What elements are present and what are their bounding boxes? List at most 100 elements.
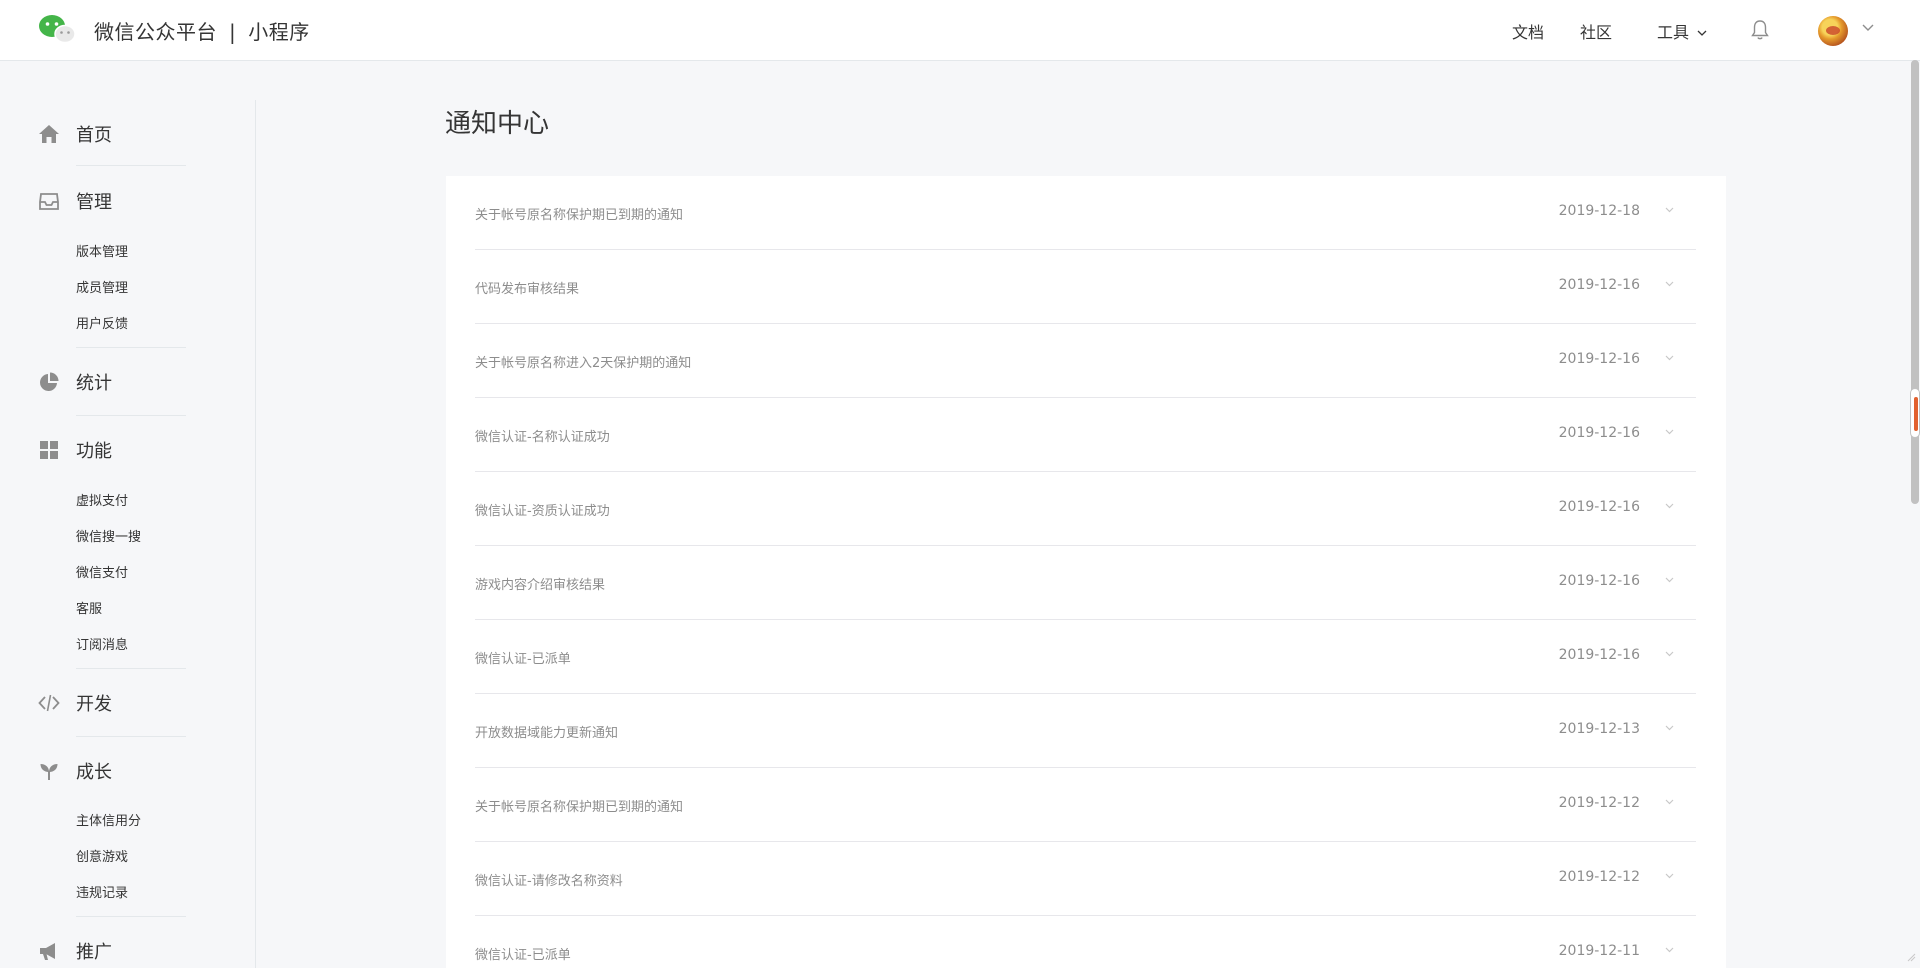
notice-title[interactable]: 微信认证-已派单 xyxy=(475,944,571,963)
chevron-down-icon[interactable] xyxy=(1665,651,1674,657)
notice-row[interactable]: 关于帐号原名称保护期已到期的通知 2019-12-12 xyxy=(475,768,1696,842)
bell-icon[interactable] xyxy=(1750,19,1770,41)
nav-community-link[interactable]: 社区 xyxy=(1580,19,1612,43)
notice-row[interactable]: 开放数据域能力更新通知 2019-12-13 xyxy=(475,694,1696,768)
nav-docs-link[interactable]: 文档 xyxy=(1512,19,1544,43)
sidebar-item-label: 管理 xyxy=(76,192,112,213)
sidebar-subitem-creative-games[interactable]: 创意游戏 xyxy=(76,846,128,865)
notice-title[interactable]: 微信认证-名称认证成功 xyxy=(475,426,610,445)
sidebar-subitem-customer-service[interactable]: 客服 xyxy=(76,598,102,617)
sidebar-item-develop[interactable]: 开发 xyxy=(38,691,112,715)
sidebar-subitem-wechat-pay[interactable]: 微信支付 xyxy=(76,562,128,581)
chevron-down-icon[interactable] xyxy=(1665,873,1674,879)
notice-date: 2019-12-16 xyxy=(1558,277,1640,293)
notice-row[interactable]: 微信认证-已派单 2019-12-16 xyxy=(475,620,1696,694)
wechat-logo-icon[interactable] xyxy=(38,14,76,44)
sidebar-divider xyxy=(76,347,186,348)
notice-title[interactable]: 关于帐号原名称保护期已到期的通知 xyxy=(475,204,683,223)
sidebar-item-manage[interactable]: 管理 xyxy=(38,189,112,213)
notice-date: 2019-12-13 xyxy=(1558,721,1640,737)
page-title: 通知中心 xyxy=(445,109,550,139)
code-icon xyxy=(38,694,60,712)
sidebar-divider xyxy=(76,165,186,166)
chevron-down-icon[interactable] xyxy=(1665,577,1674,583)
sidebar-item-home[interactable]: 首页 xyxy=(38,122,112,146)
notice-row[interactable]: 微信认证-资质认证成功 2019-12-16 xyxy=(475,472,1696,546)
nav-tools-dropdown[interactable]: 工具 xyxy=(1657,19,1707,43)
notice-title[interactable]: 微信认证-请修改名称资料 xyxy=(475,870,623,889)
brand-separator: | xyxy=(229,20,237,44)
notice-row[interactable]: 关于帐号原名称保护期已到期的通知 2019-12-18 xyxy=(475,176,1696,250)
top-bar: 微信公众平台 | 小程序 文档 社区 工具 xyxy=(0,0,1920,61)
grid-icon xyxy=(40,441,58,459)
pie-chart-icon xyxy=(40,372,59,391)
brand-name: 微信公众平台 xyxy=(94,20,217,44)
sidebar-subitem-member-manage[interactable]: 成员管理 xyxy=(76,277,128,296)
sidebar-item-label: 成长 xyxy=(76,762,112,783)
sidebar-item-label: 开发 xyxy=(76,694,112,715)
notice-date: 2019-12-18 xyxy=(1558,203,1640,219)
notice-date: 2019-12-16 xyxy=(1558,425,1640,441)
inbox-icon xyxy=(39,193,59,210)
notice-row[interactable]: 关于帐号原名称进入2天保护期的通知 2019-12-16 xyxy=(475,324,1696,398)
notice-date: 2019-12-11 xyxy=(1558,943,1640,959)
sidebar-item-label: 推广 xyxy=(76,942,112,963)
sidebar-item-features[interactable]: 功能 xyxy=(38,438,112,462)
notice-row[interactable]: 微信认证-名称认证成功 2019-12-16 xyxy=(475,398,1696,472)
home-icon xyxy=(39,125,59,143)
notice-date: 2019-12-12 xyxy=(1558,869,1640,885)
floating-feedback-handle[interactable] xyxy=(1910,388,1920,438)
sprout-icon xyxy=(40,764,58,780)
sidebar-nav: 首页 管理 版本管理 成员管理 用户反馈 统计 功能 虚拟支付 微信搜一搜 微信… xyxy=(0,100,256,968)
notice-title[interactable]: 代码发布审核结果 xyxy=(475,278,579,297)
notice-title[interactable]: 微信认证-资质认证成功 xyxy=(475,500,610,519)
sidebar-item-growth[interactable]: 成长 xyxy=(38,759,112,783)
sidebar-item-label: 首页 xyxy=(76,125,112,146)
sidebar-item-stats[interactable]: 统计 xyxy=(38,370,112,394)
notice-row[interactable]: 代码发布审核结果 2019-12-16 xyxy=(475,250,1696,324)
chevron-down-icon[interactable] xyxy=(1665,429,1674,435)
sidebar-subitem-credit-score[interactable]: 主体信用分 xyxy=(76,810,141,829)
sidebar-divider xyxy=(76,415,186,416)
notice-title[interactable]: 关于帐号原名称保护期已到期的通知 xyxy=(475,796,683,815)
sidebar-subitem-version-manage[interactable]: 版本管理 xyxy=(76,241,128,260)
notice-date: 2019-12-16 xyxy=(1558,647,1640,663)
chevron-down-icon[interactable] xyxy=(1862,24,1874,32)
brand-title[interactable]: 微信公众平台 | 小程序 xyxy=(94,16,310,45)
notice-title[interactable]: 游戏内容介绍审核结果 xyxy=(475,574,605,593)
sidebar-divider xyxy=(76,916,186,917)
sidebar-divider xyxy=(76,668,186,669)
notice-row[interactable]: 微信认证-已派单 2019-12-11 xyxy=(475,916,1696,968)
notice-title[interactable]: 关于帐号原名称进入2天保护期的通知 xyxy=(475,352,691,371)
chevron-down-icon[interactable] xyxy=(1665,503,1674,509)
notice-date: 2019-12-16 xyxy=(1558,573,1640,589)
notice-row[interactable]: 游戏内容介绍审核结果 2019-12-16 xyxy=(475,546,1696,620)
sidebar-item-label: 功能 xyxy=(76,441,112,462)
notice-list: 关于帐号原名称保护期已到期的通知 2019-12-18 代码发布审核结果 201… xyxy=(446,176,1726,968)
chevron-down-icon[interactable] xyxy=(1665,207,1674,213)
chevron-down-icon[interactable] xyxy=(1665,947,1674,953)
notice-date: 2019-12-12 xyxy=(1558,795,1640,811)
chevron-down-icon[interactable] xyxy=(1665,725,1674,731)
megaphone-icon xyxy=(40,943,55,960)
chevron-down-icon[interactable] xyxy=(1665,799,1674,805)
chevron-down-icon xyxy=(1697,30,1707,36)
nav-tools-label: 工具 xyxy=(1657,23,1690,42)
sidebar-divider xyxy=(76,736,186,737)
sidebar-subitem-user-feedback[interactable]: 用户反馈 xyxy=(76,313,128,332)
sidebar-subitem-violation-records[interactable]: 违规记录 xyxy=(76,882,128,901)
resize-corner-icon xyxy=(1907,953,1916,962)
chevron-down-icon[interactable] xyxy=(1665,355,1674,361)
notice-date: 2019-12-16 xyxy=(1558,499,1640,515)
chevron-down-icon[interactable] xyxy=(1665,281,1674,287)
notice-title[interactable]: 开放数据域能力更新通知 xyxy=(475,722,618,741)
notice-date: 2019-12-16 xyxy=(1558,351,1640,367)
sidebar-item-promote[interactable]: 推广 xyxy=(38,939,112,963)
sidebar-item-label: 统计 xyxy=(76,373,112,394)
user-avatar[interactable] xyxy=(1818,16,1848,46)
sidebar-subitem-wechat-search[interactable]: 微信搜一搜 xyxy=(76,526,141,545)
sidebar-subitem-subscribe-message[interactable]: 订阅消息 xyxy=(76,634,128,653)
sidebar-subitem-virtual-pay[interactable]: 虚拟支付 xyxy=(76,490,128,509)
notice-title[interactable]: 微信认证-已派单 xyxy=(475,648,571,667)
notice-row[interactable]: 微信认证-请修改名称资料 2019-12-12 xyxy=(475,842,1696,916)
